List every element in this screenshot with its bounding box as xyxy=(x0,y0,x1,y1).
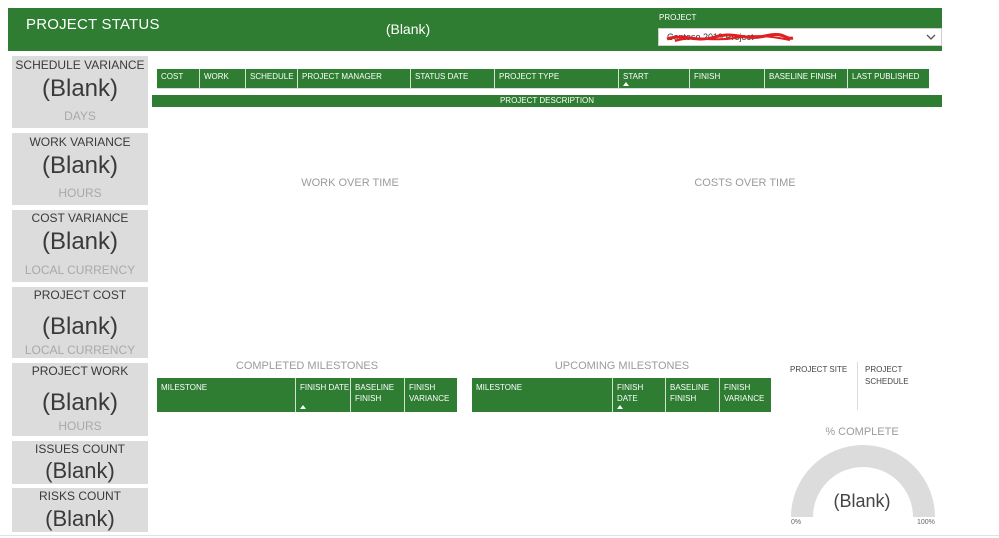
upcoming-milestones-table-header: MILESTONE FINISH DATE BASELINE FINISH FI… xyxy=(472,378,771,412)
kpi-title: ISSUES COUNT xyxy=(34,442,125,456)
column-header-baseline-finish[interactable]: BASELINE FINISH xyxy=(765,69,848,88)
column-header-status-date[interactable]: STATUS DATE xyxy=(411,69,495,88)
column-header-last-published[interactable]: LAST PUBLISHED xyxy=(848,69,929,88)
project-info-table-header: COST WORK SCHEDULE PROJECT MANAGER STATU… xyxy=(157,69,929,88)
kpi-card-schedule-variance: SCHEDULE VARIANCE (Blank) DAYS xyxy=(12,56,148,128)
table-divider xyxy=(157,88,929,89)
column-header-project-type[interactable]: PROJECT TYPE xyxy=(495,69,619,88)
kpi-unit: LOCAL CURRENCY xyxy=(24,263,136,277)
column-header-project-manager[interactable]: PROJECT MANAGER xyxy=(298,69,411,88)
column-header-baseline-finish[interactable]: BASELINE FINISH xyxy=(351,378,405,412)
column-header-finish-date-label: FINISH DATE xyxy=(617,383,644,403)
column-header-finish-date[interactable]: FINISH DATE xyxy=(613,378,666,412)
column-header-milestone[interactable]: MILESTONE xyxy=(157,378,296,412)
kpi-card-cost-variance: COST VARIANCE (Blank) LOCAL CURRENCY xyxy=(12,210,148,282)
project-slicer-dropdown[interactable]: Contoso 2019 Project xyxy=(658,28,942,46)
sort-ascending-icon xyxy=(617,405,623,409)
kpi-card-work-variance: WORK VARIANCE (Blank) HOURS xyxy=(12,133,148,205)
completed-milestones-table-header: MILESTONE FINISH DATE BASELINE FINISH FI… xyxy=(157,378,457,412)
column-header-start-label: START xyxy=(623,72,649,81)
column-header-finish-date[interactable]: FINISH DATE xyxy=(296,378,351,412)
kpi-title: PROJECT COST xyxy=(33,288,127,302)
kpi-title: RISKS COUNT xyxy=(38,489,121,503)
upcoming-milestones-title: UPCOMING MILESTONES xyxy=(554,360,690,372)
kpi-value: (Blank) xyxy=(41,152,119,179)
gauge-max-label: 100% xyxy=(917,519,935,526)
project-site-link[interactable]: PROJECT SITE xyxy=(790,364,852,376)
column-header-baseline-finish[interactable]: BASELINE FINISH xyxy=(666,378,720,412)
link-divider xyxy=(857,362,858,410)
kpi-card-issues-count: ISSUES COUNT (Blank) xyxy=(12,441,148,484)
kpi-card-project-work: PROJECT WORK (Blank) HOURS xyxy=(12,363,148,436)
kpi-unit: LOCAL CURRENCY xyxy=(24,343,136,357)
bottom-divider xyxy=(0,535,999,536)
column-header-finish-date-label: FINISH DATE xyxy=(300,383,350,392)
kpi-unit: HOURS xyxy=(58,186,102,200)
work-over-time-title: WORK OVER TIME xyxy=(301,177,399,189)
percent-complete-title: % COMPLETE xyxy=(825,426,899,438)
project-description-header: PROJECT DESCRIPTION xyxy=(152,95,942,107)
gauge-min-label: 0% xyxy=(791,519,802,526)
kpi-title: COST VARIANCE xyxy=(31,211,129,225)
column-header-milestone[interactable]: MILESTONE xyxy=(472,378,613,412)
chevron-down-icon[interactable] xyxy=(925,31,937,43)
kpi-value: (Blank) xyxy=(41,75,119,102)
page-title: PROJECT STATUS xyxy=(26,16,160,33)
sort-ascending-icon xyxy=(300,405,306,409)
kpi-value: (Blank) xyxy=(41,389,119,416)
report-header: PROJECT STATUS (Blank) PROJECT Contoso 2… xyxy=(8,8,942,51)
project-schedule-link[interactable]: PROJECT SCHEDULE xyxy=(865,364,925,388)
kpi-title: SCHEDULE VARIANCE xyxy=(15,58,145,72)
column-header-schedule[interactable]: SCHEDULE xyxy=(246,69,298,88)
kpi-value: (Blank) xyxy=(45,506,115,531)
project-slicer-label: PROJECT xyxy=(659,13,697,22)
kpi-title: PROJECT WORK xyxy=(31,364,129,378)
gauge-value: (Blank) xyxy=(833,491,891,511)
kpi-title: WORK VARIANCE xyxy=(29,135,131,149)
kpi-value: (Blank) xyxy=(45,458,115,483)
kpi-card-risks-count: RISKS COUNT (Blank) xyxy=(12,488,148,532)
sort-ascending-icon xyxy=(623,82,629,86)
kpi-unit: HOURS xyxy=(58,419,102,433)
completed-milestones-title: COMPLETED MILESTONES xyxy=(235,360,379,372)
kpi-unit: DAYS xyxy=(64,109,96,123)
column-header-finish-variance[interactable]: FINISH VARIANCE xyxy=(720,378,771,412)
costs-over-time-title: COSTS OVER TIME xyxy=(694,177,796,189)
column-header-start[interactable]: START xyxy=(619,69,690,88)
column-header-work[interactable]: WORK xyxy=(200,69,246,88)
redaction-scribble xyxy=(666,32,794,42)
column-header-finish-variance[interactable]: FINISH VARIANCE xyxy=(405,378,457,412)
column-header-cost[interactable]: COST xyxy=(157,69,200,88)
kpi-value: (Blank) xyxy=(41,228,119,255)
kpi-card-project-cost: PROJECT COST (Blank) LOCAL CURRENCY xyxy=(12,287,148,358)
header-blank-value: (Blank) xyxy=(385,21,431,37)
kpi-value: (Blank) xyxy=(41,313,119,340)
column-header-finish[interactable]: FINISH xyxy=(690,69,765,88)
